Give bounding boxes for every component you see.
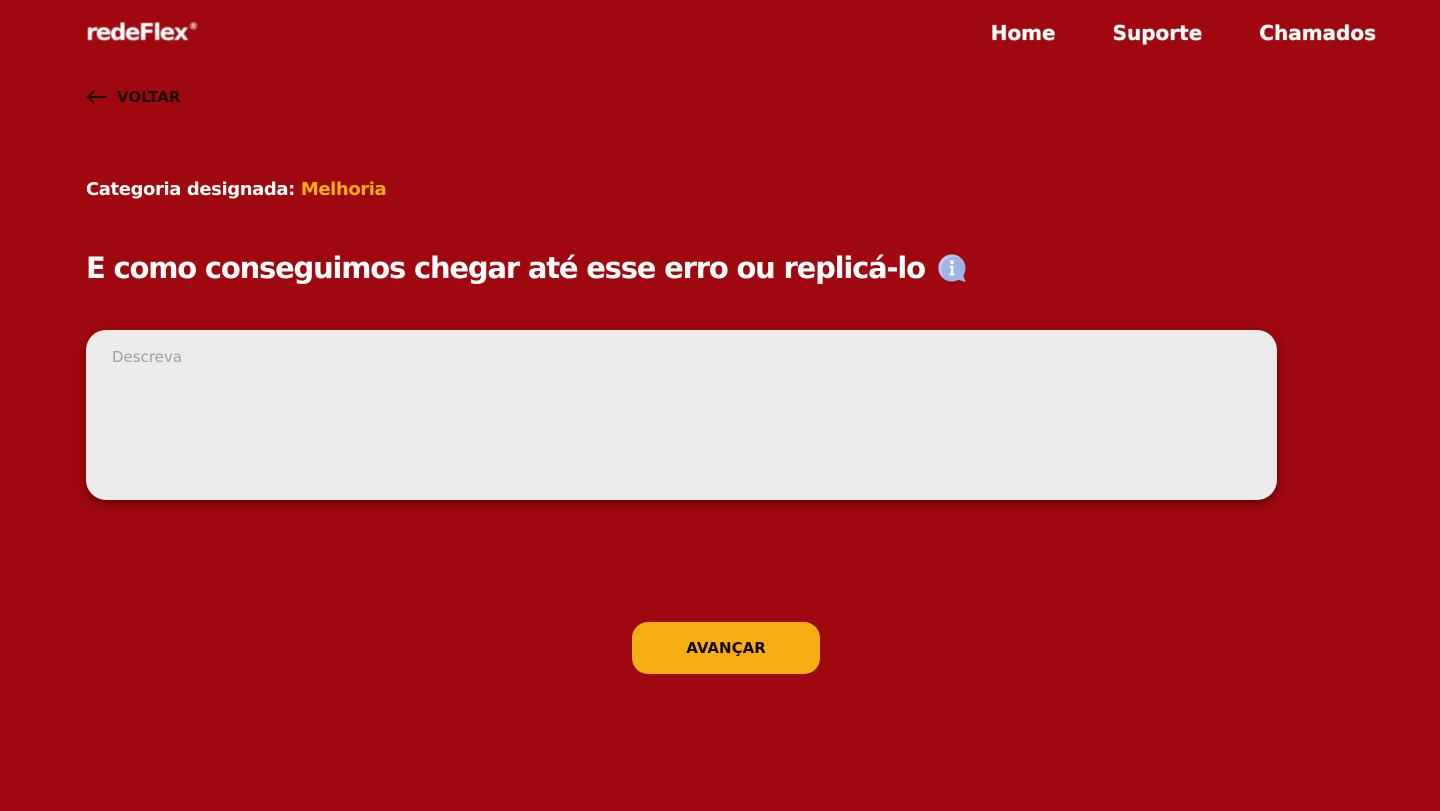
category-value: Melhoria xyxy=(300,179,387,200)
nav-item-suporte[interactable]: Suporte xyxy=(1113,18,1203,48)
advance-button[interactable]: AVANÇAR xyxy=(632,622,820,674)
back-button[interactable]: VOLTAR xyxy=(86,86,180,108)
nav-item-chamados[interactable]: Chamados xyxy=(1259,18,1376,48)
back-label: VOLTAR xyxy=(117,88,181,106)
main-nav: Home Suporte Chamados xyxy=(991,18,1376,48)
info-icon[interactable] xyxy=(937,253,968,284)
category-label: Categoria designada: xyxy=(86,179,295,200)
redeflex-logo[interactable]: redeFlex ® xyxy=(86,18,198,48)
question-text: E como conseguimos chegar até esse erro … xyxy=(86,251,926,285)
logo-text: redeFlex xyxy=(86,20,189,46)
logo-registered-mark: ® xyxy=(189,22,199,32)
nav-item-home[interactable]: Home xyxy=(991,18,1056,48)
question-heading: E como conseguimos chegar até esse erro … xyxy=(86,248,968,288)
arrow-left-icon xyxy=(87,90,107,104)
description-field[interactable] xyxy=(86,330,1277,500)
assigned-category: Categoria designada: Melhoria xyxy=(86,176,387,204)
